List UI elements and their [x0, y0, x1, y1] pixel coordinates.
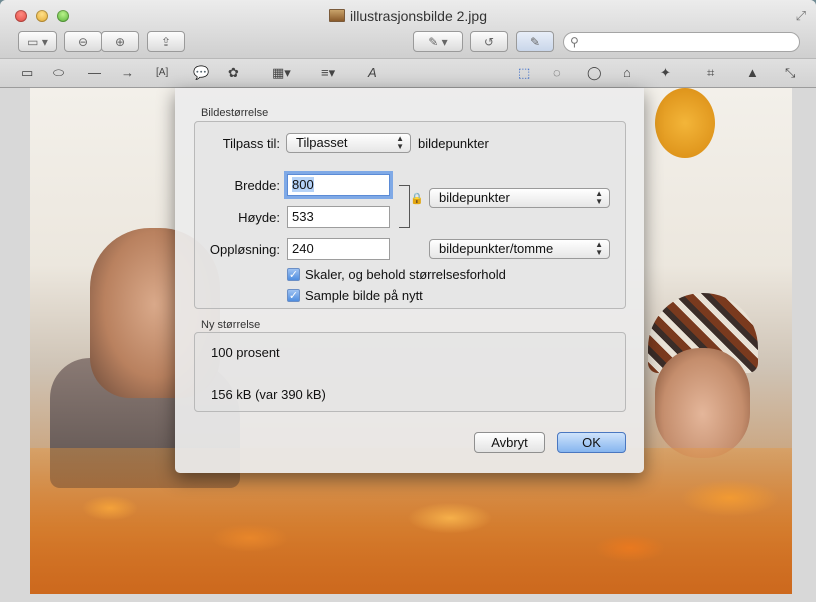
zoom-in-button[interactable]: ⊕ — [101, 31, 139, 52]
line-style-icon[interactable]: ≡▾ — [321, 65, 335, 81]
markup-button[interactable]: ✎ ▾ — [413, 31, 463, 52]
section-new-size-label: Ny størrelse — [201, 319, 261, 331]
resolution-unit-popup[interactable]: bildepunkter/tomme ▲ ▼ — [429, 239, 610, 259]
adjust-color-icon[interactable]: ▲ — [746, 65, 759, 81]
popup-arrows-icon: ▲ ▼ — [595, 189, 603, 206]
width-field[interactable]: 800 — [287, 174, 390, 196]
resolution-label: Oppløsning: — [209, 242, 280, 257]
edit-toolbar-button[interactable]: ✎ — [516, 31, 554, 52]
resample-checkbox[interactable]: ✓ — [287, 289, 300, 302]
photo-leaf — [655, 88, 715, 158]
view-menu-button[interactable]: ▭ ▾ — [18, 31, 57, 52]
width-label: Bredde: — [234, 178, 280, 193]
window-title: illustrasjonsbilde 2.jpg — [0, 8, 816, 24]
lock-icon[interactable]: 🔒 — [410, 192, 424, 205]
smart-lasso-icon[interactable]: ⌂ — [623, 65, 631, 81]
share-button[interactable]: ⇪ — [147, 31, 185, 52]
text-box-tool-icon[interactable]: [A] — [156, 65, 168, 81]
cancel-button[interactable]: Avbryt — [474, 432, 545, 453]
search-icon: ⚲ — [570, 35, 579, 49]
line-tool-icon[interactable]: — — [88, 65, 101, 81]
new-filesize-text: 156 kB (var 390 kB) — [211, 387, 326, 402]
scale-checkbox-label: Skaler, og behold størrelsesforhold — [305, 267, 506, 282]
resolution-field[interactable]: 240 — [287, 238, 390, 260]
edit-toolbar: ▭ ⬭ — → [A] 💬 ✿ ▦▾ ≡▾ A ⬚ ◌ ◯ ⌂ ✦ ⌗ ▲ ⤡ — [0, 58, 816, 88]
resample-checkbox-label: Sample bilde på nytt — [305, 288, 423, 303]
fit-popup[interactable]: Tilpasset ▲ ▼ — [286, 133, 411, 153]
fit-unit-label: bildepunkter — [418, 136, 489, 151]
shape-tool-icon[interactable]: ✿ — [228, 65, 239, 81]
ok-button[interactable]: OK — [557, 432, 626, 453]
popup-arrows-icon: ▲ ▼ — [595, 240, 603, 257]
document-icon — [329, 9, 346, 22]
color-picker-icon[interactable]: ▦▾ — [272, 65, 291, 81]
size-unit-popup[interactable]: bildepunkter ▲ ▼ — [429, 188, 610, 208]
zoom-out-button[interactable]: ⊖ — [64, 31, 102, 52]
height-field[interactable]: 533 — [287, 206, 390, 228]
title-bar: illustrasjonsbilde 2.jpg ⤢ ▭ ▾ ⊖ ⊕ ⇪ ✎ ▾… — [0, 0, 816, 58]
section-image-size-label: Bildestørrelse — [201, 107, 269, 119]
elliptical-selection-icon[interactable]: ◌ — [553, 65, 561, 81]
rectangle-tool-icon[interactable]: ▭ — [21, 65, 33, 81]
height-label: Høyde: — [238, 210, 280, 225]
arrow-tool-icon[interactable]: → — [121, 65, 134, 81]
crop-icon[interactable]: ⌗ — [707, 65, 714, 81]
popup-arrows-icon: ▲ ▼ — [396, 134, 404, 151]
aspect-bracket — [399, 185, 410, 228]
lasso-selection-icon[interactable]: ◯ — [587, 65, 602, 81]
fit-label: Tilpass til: — [222, 136, 280, 151]
fullscreen-icon[interactable]: ⤢ — [796, 8, 806, 24]
oval-tool-icon[interactable]: ⬭ — [53, 65, 64, 81]
rotate-button[interactable]: ↺ — [470, 31, 508, 52]
search-field[interactable]: ⚲ — [563, 32, 800, 52]
speech-bubble-tool-icon[interactable]: 💬 — [193, 65, 209, 81]
rect-selection-icon[interactable]: ⬚ — [518, 65, 530, 81]
preview-window: illustrasjonsbilde 2.jpg ⤢ ▭ ▾ ⊖ ⊕ ⇪ ✎ ▾… — [0, 0, 816, 602]
adjust-size-icon[interactable]: ⤡ — [785, 65, 795, 81]
scale-checkbox[interactable]: ✓ — [287, 268, 300, 281]
new-percent-text: 100 prosent — [211, 345, 280, 360]
photo-child-face — [655, 348, 750, 458]
font-style-icon[interactable]: A — [368, 65, 377, 81]
instant-alpha-icon[interactable]: ✦ — [660, 65, 671, 81]
